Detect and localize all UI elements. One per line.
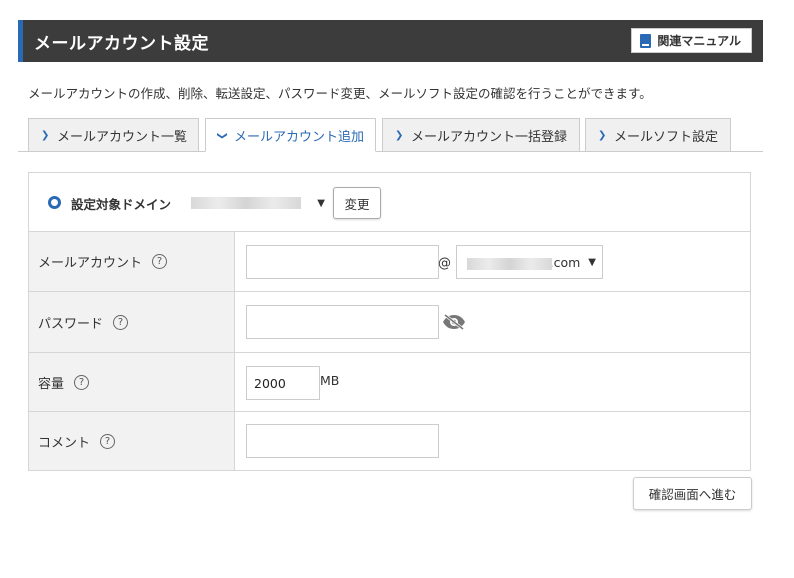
comment-row: コメント ? xyxy=(29,412,750,470)
book-icon xyxy=(640,33,652,48)
change-domain-button[interactable]: 変更 xyxy=(333,187,381,219)
domain-select[interactable]: ▼ xyxy=(179,189,329,217)
blurred-domain-value xyxy=(191,197,301,209)
comment-input[interactable] xyxy=(246,424,439,458)
page-description: メールアカウントの作成、削除、転送設定、パスワード変更、メールソフト設定の確認を… xyxy=(28,86,652,101)
email-domain-suffix: .com xyxy=(549,254,581,270)
tab-label: メールソフト設定 xyxy=(614,129,719,145)
tab-label: メールアカウント一括登録 xyxy=(411,129,568,145)
tab-label: メールアカウント一覧 xyxy=(57,129,188,145)
comment-label: コメント xyxy=(38,435,91,451)
page-header: メールアカウント設定 関連マニュアル xyxy=(18,20,763,62)
blurred-domain-value xyxy=(467,258,552,270)
account-form: 設定対象ドメイン ▼ 変更 メールアカウント ? @ .com ▼ パスワード … xyxy=(28,172,751,471)
related-manual-button[interactable]: 関連マニュアル xyxy=(631,28,752,53)
tab-account-list[interactable]: ❯ メールアカウント一覧 xyxy=(28,118,199,152)
capacity-unit: MB xyxy=(320,373,340,388)
related-manual-label: 関連マニュアル xyxy=(657,34,741,48)
email-input[interactable] xyxy=(246,245,439,279)
tab-mail-software[interactable]: ❯ メールソフト設定 xyxy=(585,118,731,152)
email-input-group: @ .com ▼ xyxy=(29,245,750,279)
capacity-label-cell: 容量 ? xyxy=(29,353,235,411)
password-row: パスワード ? xyxy=(29,292,750,353)
password-input-group xyxy=(29,305,750,339)
proceed-to-confirm-button[interactable]: 確認画面へ進む xyxy=(633,477,752,510)
eye-slash-icon[interactable] xyxy=(442,314,466,330)
chevron-down-icon: ▼ xyxy=(588,256,596,268)
tab-bulk-register[interactable]: ❯ メールアカウント一括登録 xyxy=(382,118,580,152)
capacity-label: 容量 xyxy=(38,376,65,392)
at-sign: @ xyxy=(438,256,451,271)
chevron-right-icon: ❯ xyxy=(395,129,404,141)
email-domain-select[interactable]: .com ▼ xyxy=(456,245,603,279)
chevron-right-icon: ❯ xyxy=(41,129,50,141)
domain-row: 設定対象ドメイン ▼ 変更 xyxy=(29,173,750,232)
capacity-input[interactable]: 2000 xyxy=(246,366,320,400)
help-icon[interactable]: ? xyxy=(74,374,90,390)
comment-label-cell: コメント ? xyxy=(29,412,235,470)
domain-radio[interactable] xyxy=(48,196,61,209)
tab-label: メールアカウント追加 xyxy=(234,129,365,145)
tab-account-add[interactable]: ❯ メールアカウント追加 xyxy=(205,118,376,152)
page-title: メールアカウント設定 xyxy=(34,34,209,54)
chevron-down-icon: ▼ xyxy=(317,197,325,209)
chevron-down-icon: ❯ xyxy=(216,131,228,140)
email-row: メールアカウント ? @ .com ▼ xyxy=(29,232,750,292)
domain-label: 設定対象ドメイン xyxy=(71,197,172,212)
password-input[interactable] xyxy=(246,305,439,339)
capacity-row: 容量 ? 2000 MB xyxy=(29,353,750,412)
chevron-right-icon: ❯ xyxy=(598,129,607,141)
help-icon[interactable]: ? xyxy=(100,433,116,449)
tabs-divider xyxy=(18,151,763,152)
